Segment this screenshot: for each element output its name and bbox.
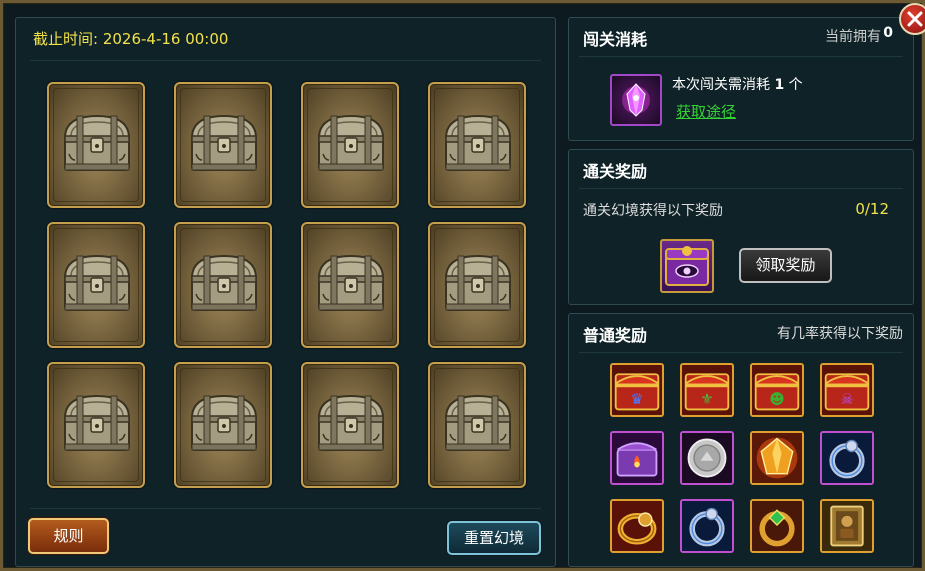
- mystery-chest-card[interactable]: [428, 222, 526, 348]
- mystery-chest-card[interactable]: [428, 82, 526, 208]
- mystery-chest-card[interactable]: [174, 222, 272, 348]
- mystery-chest-card[interactable]: [47, 362, 145, 488]
- mystery-chest-card[interactable]: [428, 362, 526, 488]
- treasure-chest-icon: [317, 114, 385, 171]
- svg-text:⚜: ⚜: [700, 391, 713, 408]
- divider: [579, 352, 903, 353]
- purple-fire-chest-icon[interactable]: [610, 431, 664, 485]
- treasure-chest-icon: [190, 114, 258, 171]
- treasure-chest-icon: [63, 254, 131, 311]
- owned-label: 当前拥有: [825, 29, 881, 45]
- svg-text:☠: ☠: [840, 391, 853, 408]
- game-window: 截止时间: 2026-4-16 00:00 规则 重置幻境 闯关消耗 当前拥有 …: [0, 0, 925, 571]
- rules-button[interactable]: 规则: [28, 518, 109, 554]
- treasure-chest-icon: [63, 114, 131, 171]
- red-chest-skull-icon[interactable]: ☠: [820, 363, 874, 417]
- cost-suffix: 个: [788, 77, 803, 93]
- gold-ring-icon[interactable]: [610, 499, 664, 553]
- deadline-text: 截止时间: 2026-4-16 00:00: [33, 30, 229, 48]
- chest-grid: [47, 82, 527, 490]
- divider: [579, 188, 903, 189]
- cost-prefix: 本次闯关需消耗: [672, 77, 770, 93]
- cost-count: 1: [774, 77, 785, 93]
- mystery-chest-card[interactable]: [301, 82, 399, 208]
- svg-text:☻: ☻: [769, 391, 784, 408]
- silver-ring-icon[interactable]: [680, 499, 734, 553]
- chest-board-panel: 截止时间: 2026-4-16 00:00 规则 重置幻境: [15, 17, 556, 567]
- mystery-chest-card[interactable]: [174, 82, 272, 208]
- close-button[interactable]: [899, 3, 925, 35]
- clear-progress: 0/12: [855, 200, 889, 218]
- mystery-chest-card[interactable]: [47, 82, 145, 208]
- treasure-chest-icon: [444, 114, 512, 171]
- reset-button[interactable]: 重置幻境: [447, 521, 541, 555]
- challenge-cost-panel: 闯关消耗 当前拥有 0 本次闯关需消耗 1 个 获取途径: [568, 17, 914, 141]
- normal-title: 普通奖励: [583, 326, 648, 345]
- clear-description: 通关幻境获得以下奖励: [583, 203, 723, 219]
- silver-ring-icon[interactable]: [820, 431, 874, 485]
- mystery-chest-card[interactable]: [174, 362, 272, 488]
- mystery-chest-card[interactable]: [301, 222, 399, 348]
- mystery-chest-card[interactable]: [301, 362, 399, 488]
- svg-text:♛: ♛: [630, 391, 643, 408]
- cost-text: 本次闯关需消耗 1 个: [672, 74, 803, 94]
- treasure-chest-icon: [317, 394, 385, 451]
- divider: [30, 60, 541, 61]
- emerald-gold-ring-icon[interactable]: [750, 499, 804, 553]
- close-icon: [907, 11, 923, 27]
- clear-reward-panel: 通关奖励 通关幻境获得以下奖励 0/12 领取奖励: [568, 149, 914, 305]
- divider: [579, 56, 903, 57]
- treasure-chest-icon: [190, 254, 258, 311]
- silver-coin-icon[interactable]: [680, 431, 734, 485]
- cost-title: 闯关消耗: [583, 30, 648, 49]
- mystery-chest-card[interactable]: [47, 222, 145, 348]
- obtain-source-link[interactable]: 获取途径: [676, 101, 736, 122]
- claim-reward-button[interactable]: 领取奖励: [739, 248, 832, 283]
- treasure-chest-icon: [63, 394, 131, 451]
- red-chest-crown-icon[interactable]: ♛: [610, 363, 664, 417]
- treasure-chest-icon: [317, 254, 385, 311]
- divider: [30, 508, 541, 509]
- normal-reward-panel: 普通奖励 有几率获得以下奖励 ♛ ⚜ ☻ ☠: [568, 313, 914, 567]
- red-chest-fleur-icon[interactable]: ⚜: [680, 363, 734, 417]
- gold-gem-icon[interactable]: [750, 431, 804, 485]
- treasure-chest-icon: [444, 254, 512, 311]
- card-book-icon[interactable]: [820, 499, 874, 553]
- owned-value: 0: [883, 25, 893, 41]
- clear-title: 通关奖励: [583, 162, 648, 181]
- purple-eye-chest-icon[interactable]: [660, 239, 714, 293]
- normal-description: 有几率获得以下奖励: [777, 326, 903, 342]
- treasure-chest-icon: [190, 394, 258, 451]
- purple-crystal-icon[interactable]: [610, 74, 662, 126]
- treasure-chest-icon: [444, 394, 512, 451]
- red-chest-demon-icon[interactable]: ☻: [750, 363, 804, 417]
